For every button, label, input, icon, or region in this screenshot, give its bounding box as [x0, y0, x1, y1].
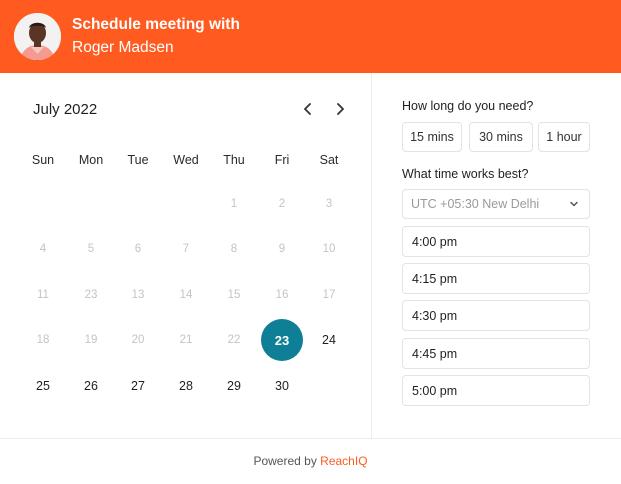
next-month-button[interactable]	[330, 99, 350, 119]
time-slot[interactable]: 4:30 pm	[402, 300, 590, 331]
chevron-down-icon	[570, 201, 578, 207]
weekday-label: Tue	[127, 153, 149, 167]
timezone-select[interactable]: UTC +05:30 New Delhi	[402, 189, 590, 219]
calendar-day[interactable]: 26	[71, 366, 111, 406]
calendar-day-selected[interactable]: 23	[261, 319, 303, 361]
time-label: What time works best?	[402, 167, 529, 181]
brand-link[interactable]: ReachIQ	[320, 454, 367, 468]
calendar-day: 1	[230, 198, 238, 210]
calendar-day: 23	[84, 289, 98, 301]
time-slot[interactable]: 4:00 pm	[402, 226, 590, 257]
header-title: Schedule meeting with	[72, 16, 240, 33]
chevron-left-icon	[304, 103, 311, 115]
host-name: Roger Madsen	[72, 39, 174, 56]
calendar-day: 18	[36, 334, 50, 346]
calendar-day: 11	[37, 289, 49, 301]
calendar-day[interactable]: 27	[118, 366, 158, 406]
calendar-day: 15	[227, 289, 241, 301]
options-panel: How long do you need? 15 mins 30 mins 1 …	[372, 73, 621, 438]
weekday-label: Fri	[274, 153, 290, 167]
footer-prefix: Powered by	[253, 454, 317, 468]
weekday-label: Sun	[31, 153, 55, 167]
calendar-day[interactable]: 25	[23, 366, 63, 406]
header-bar: Schedule meeting with Roger Madsen	[0, 0, 621, 73]
calendar-day[interactable]: 24	[309, 320, 349, 360]
duration-option-15[interactable]: 15 mins	[402, 122, 462, 152]
chevron-right-icon	[337, 103, 344, 115]
month-label: July 2022	[33, 101, 98, 118]
calendar-day: 2	[278, 198, 286, 210]
weekday-label: Mon	[78, 153, 104, 167]
calendar-day: 17	[322, 289, 336, 301]
calendar-day: 8	[230, 243, 238, 255]
calendar-day: 20	[131, 334, 145, 346]
duration-option-30[interactable]: 30 mins	[469, 122, 533, 152]
duration-label: How long do you need?	[402, 99, 534, 113]
calendar-day[interactable]: 30	[262, 366, 302, 406]
calendar-day: 19	[84, 334, 98, 346]
calendar-day: 4	[39, 243, 47, 255]
weekday-label: Wed	[173, 153, 199, 167]
calendar-day: 9	[278, 243, 286, 255]
calendar-day[interactable]: 28	[166, 366, 206, 406]
duration-option-60[interactable]: 1 hour	[538, 122, 590, 152]
calendar-day: 5	[87, 243, 95, 255]
calendar-day: 3	[325, 198, 333, 210]
footer: Powered by ReachIQ	[0, 439, 621, 484]
calendar-panel: July 2022 Sun Mon Tue Wed Thu Fri Sat 1 2…	[0, 73, 371, 438]
calendar-day: 7	[182, 243, 190, 255]
calendar-day: 22	[227, 334, 241, 346]
calendar-day: 13	[131, 289, 145, 301]
time-slot[interactable]: 4:45 pm	[402, 338, 590, 369]
weekday-label: Thu	[223, 153, 245, 167]
calendar-day: 21	[179, 334, 193, 346]
avatar	[14, 13, 61, 60]
time-slot[interactable]: 4:15 pm	[402, 263, 590, 294]
calendar-day: 10	[322, 243, 336, 255]
time-slot[interactable]: 5:00 pm	[402, 375, 590, 406]
weekday-label: Sat	[319, 153, 339, 167]
calendar-day[interactable]: 29	[214, 366, 254, 406]
prev-month-button[interactable]	[298, 99, 318, 119]
calendar-day: 6	[134, 243, 142, 255]
timezone-value: UTC +05:30 New Delhi	[411, 197, 540, 211]
calendar-day: 16	[275, 289, 289, 301]
calendar-day: 14	[179, 289, 193, 301]
